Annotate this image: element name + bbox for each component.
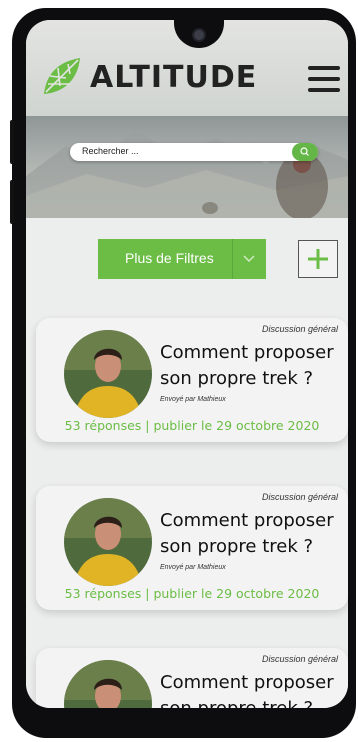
- avatar: [64, 498, 152, 586]
- post-category: Discussion général: [261, 654, 338, 664]
- post-category: Discussion général: [261, 492, 338, 502]
- search-input[interactable]: [82, 146, 282, 156]
- post-meta: 53 réponses | publier le 29 octobre 2020: [64, 586, 320, 601]
- hero-banner: [26, 116, 348, 218]
- post-title-line: son propre trek ?: [160, 536, 314, 557]
- search-icon: [300, 147, 309, 156]
- filter-label: Plus de Filtres: [125, 250, 214, 266]
- post-sender: Envoyé par Mathieux: [160, 564, 226, 571]
- post-title-line: Comment proposer: [160, 510, 334, 531]
- search-bar: [70, 143, 318, 161]
- post-sender: Envoyé par Mathieux: [160, 396, 226, 403]
- app-screen: ALTITUDE Plus de Filtres: [26, 20, 348, 708]
- post-title-line: Comment proposer: [160, 672, 334, 693]
- volume-button: [10, 120, 14, 164]
- chevron-down-icon: [243, 255, 255, 262]
- discussion-card[interactable]: Discussion général Comment proposer son …: [36, 648, 348, 708]
- post-title[interactable]: Comment proposer son propre trek ?: [160, 340, 340, 392]
- post-title[interactable]: Comment proposer son propre trek ?: [160, 508, 340, 560]
- divider: [232, 239, 233, 279]
- avatar: [64, 660, 152, 708]
- brand-name: ALTITUDE: [90, 60, 258, 95]
- search-button[interactable]: [292, 143, 318, 161]
- volume-button: [10, 180, 14, 224]
- mountain-photo: [26, 130, 348, 218]
- post-category: Discussion général: [261, 324, 338, 334]
- post-meta: 53 réponses | publier le 29 octobre 2020: [64, 418, 320, 433]
- avatar: [64, 330, 152, 418]
- add-post-button[interactable]: [298, 240, 338, 278]
- plus-icon: [308, 249, 328, 269]
- post-title[interactable]: Comment proposer son propre trek ?: [160, 670, 340, 708]
- discussion-card[interactable]: Discussion général Comment proposer son …: [36, 486, 348, 610]
- hamburger-menu-icon[interactable]: [308, 66, 340, 92]
- post-title-line: son propre trek ?: [160, 368, 314, 389]
- leaf-globe-icon: [44, 58, 80, 94]
- discussion-card[interactable]: Discussion général Comment proposer son …: [36, 318, 348, 442]
- front-camera: [194, 30, 204, 40]
- post-title-line: son propre trek ?: [160, 696, 340, 708]
- more-filters-button[interactable]: Plus de Filtres: [98, 239, 266, 279]
- post-title-line: Comment proposer: [160, 342, 334, 363]
